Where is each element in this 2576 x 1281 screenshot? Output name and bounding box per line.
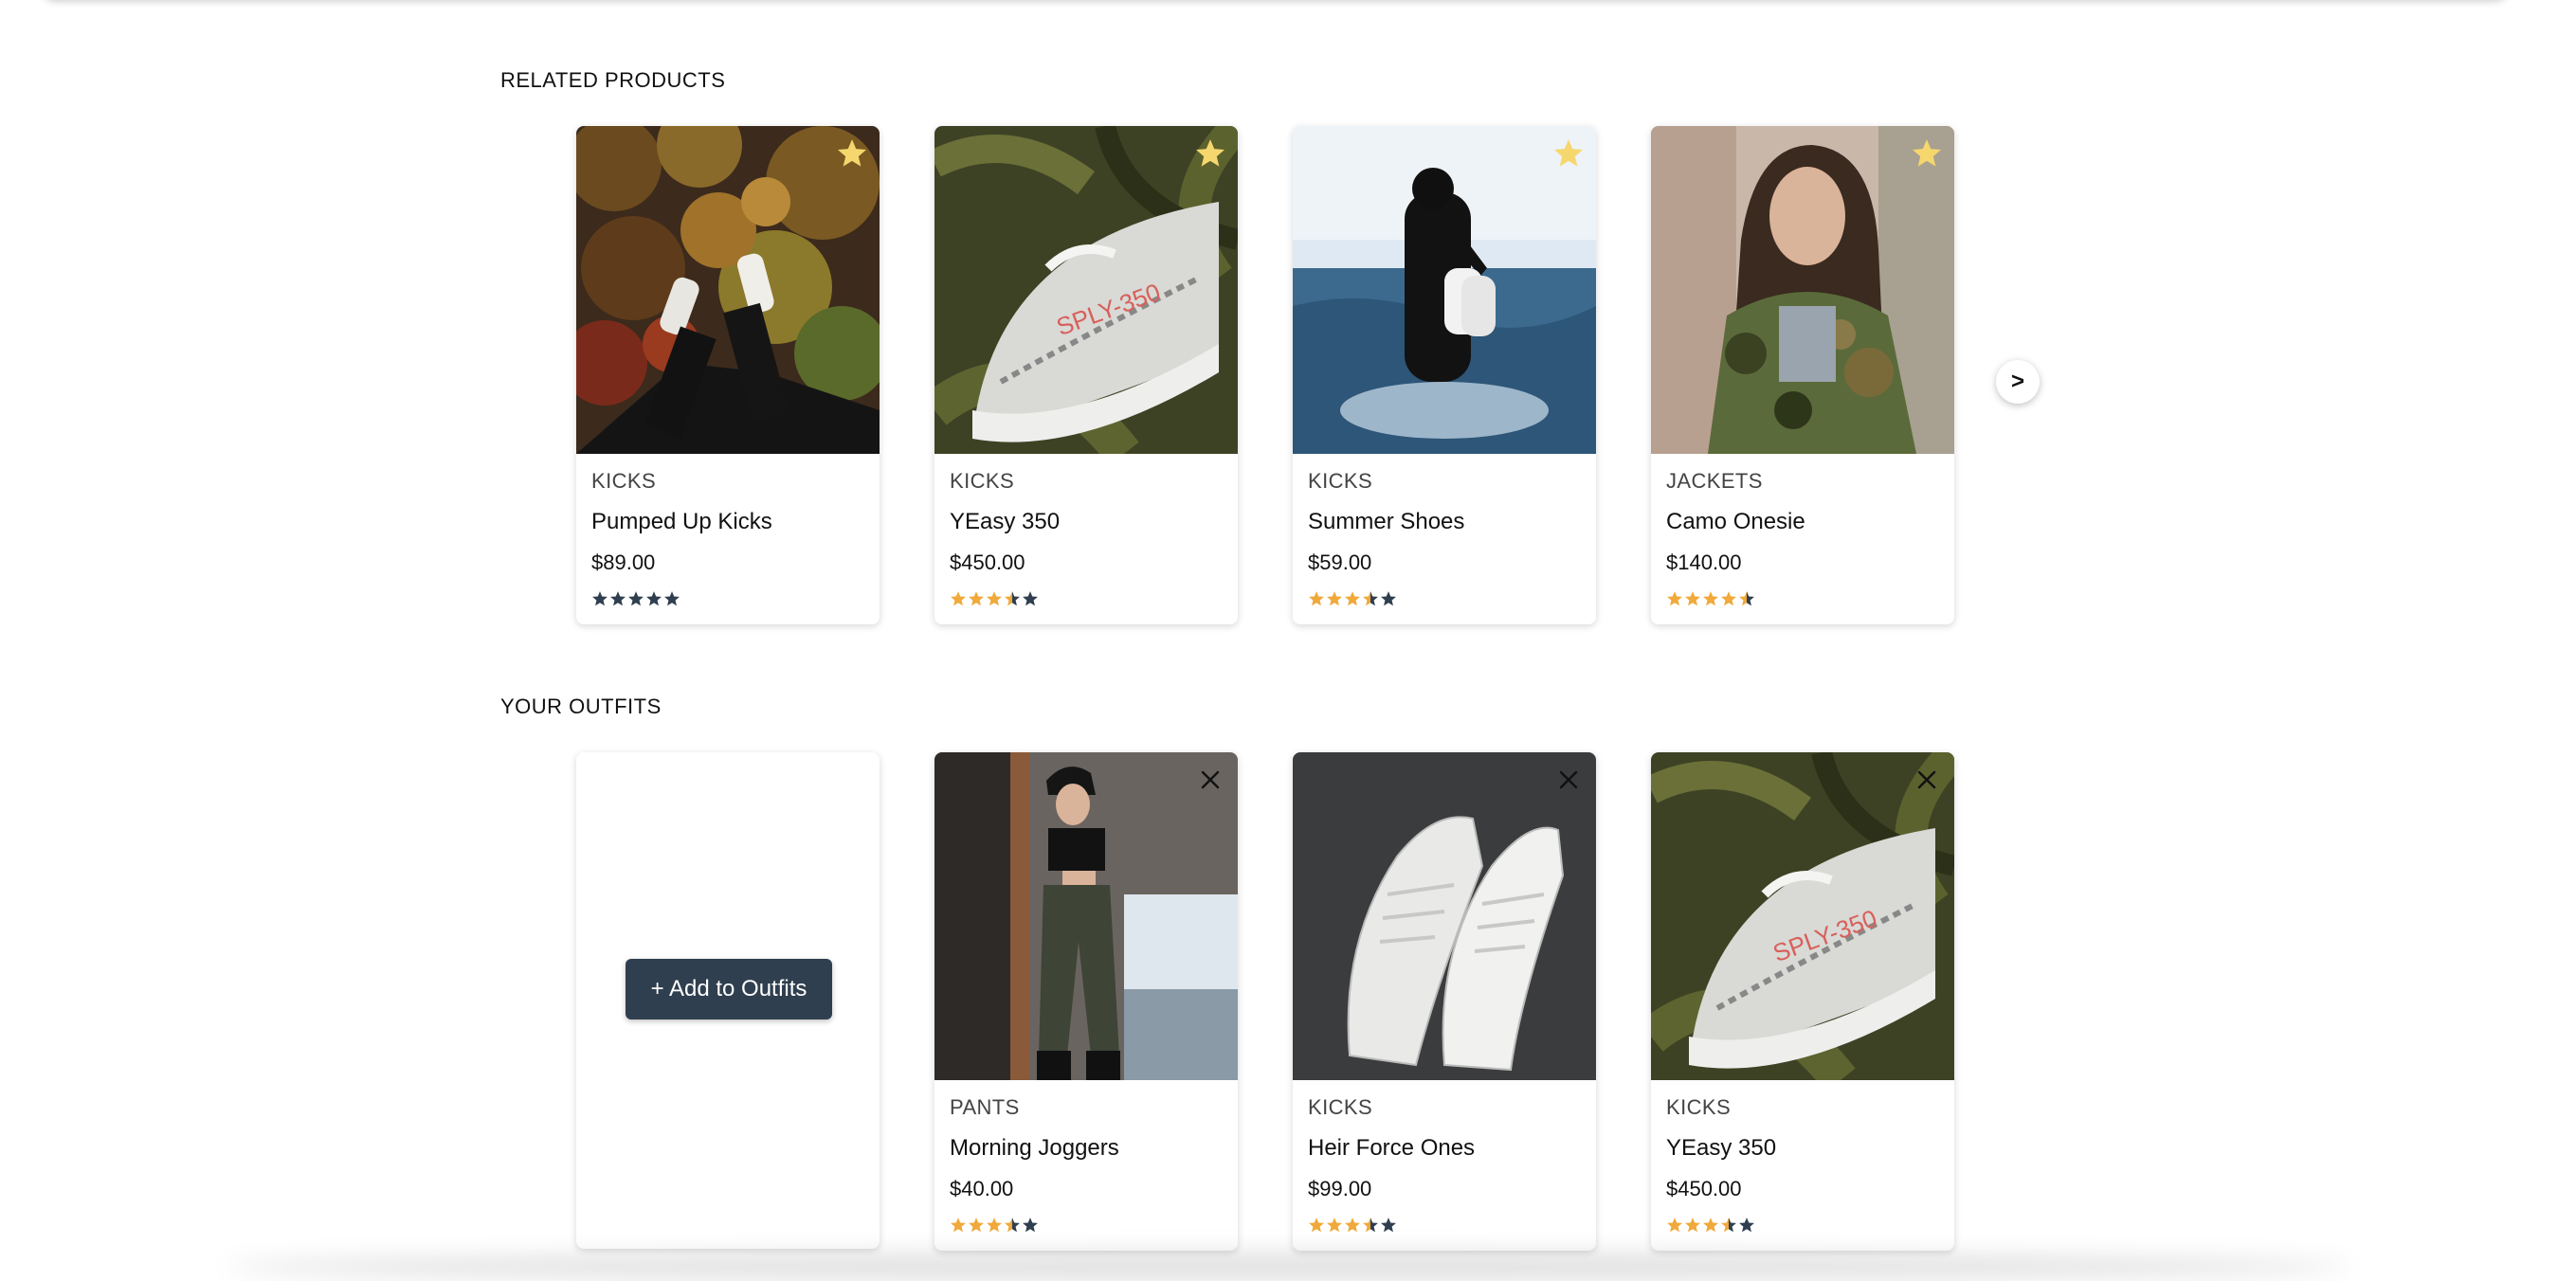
rating-star-icon (1004, 1217, 1021, 1234)
product-image[interactable] (1293, 752, 1596, 1080)
rating-star-icon (1362, 1217, 1379, 1234)
rating-star-icon (968, 1217, 985, 1234)
rating-star-icon (1022, 1217, 1039, 1234)
product-name[interactable]: Summer Shoes (1308, 509, 1581, 535)
product-name[interactable]: YEasy 350 (950, 509, 1223, 535)
star-rating (1308, 1217, 1581, 1234)
product-category: KICKS (950, 469, 1015, 493)
product-name[interactable]: Pumped Up Kicks (591, 509, 864, 535)
product-category: PANTS (950, 1095, 1020, 1119)
rating-star-icon (950, 1217, 967, 1234)
product-card[interactable]: KICKS Heir Force Ones $99.00 (1293, 752, 1596, 1251)
rating-star-icon (1022, 590, 1039, 607)
rating-star-icon (1362, 590, 1379, 607)
rating-star-icon (1344, 590, 1361, 607)
rating-star-icon (1666, 590, 1683, 607)
remove-outfit-close-icon[interactable] (1554, 766, 1583, 794)
star-rating (591, 590, 864, 607)
star-rating (1666, 1217, 1939, 1234)
favorite-star-icon[interactable] (1194, 137, 1226, 170)
product-name[interactable]: Camo Onesie (1666, 509, 1939, 535)
product-price: $450.00 (1666, 1177, 1742, 1200)
product-category: KICKS (1666, 1095, 1732, 1119)
favorite-star-icon[interactable] (1911, 137, 1943, 170)
rating-star-icon (1380, 1217, 1397, 1234)
star-rating (1308, 590, 1581, 607)
rating-star-icon (1738, 1217, 1755, 1234)
rating-star-icon (627, 590, 644, 607)
favorite-star-icon[interactable] (1552, 137, 1585, 170)
add-to-outfits-button[interactable]: + Add to Outfits (626, 959, 832, 1019)
rating-star-icon (645, 590, 662, 607)
product-category: JACKETS (1666, 469, 1763, 493)
rating-star-icon (1326, 590, 1343, 607)
rating-star-icon (591, 590, 608, 607)
rating-star-icon (1308, 590, 1325, 607)
product-card[interactable]: SPLY-350 KICKS YEasy 350 $450.00 (934, 126, 1238, 624)
rating-star-icon (1666, 1217, 1683, 1234)
product-name[interactable]: Morning Joggers (950, 1135, 1223, 1162)
rating-star-icon (968, 590, 985, 607)
product-card[interactable]: JACKETS Camo Onesie $140.00 (1651, 126, 1954, 624)
product-card[interactable]: PANTS Morning Joggers $40.00 (934, 752, 1238, 1251)
carousel-next-button[interactable]: > (1996, 360, 2040, 404)
rating-star-icon (1380, 590, 1397, 607)
product-category: KICKS (1308, 1095, 1373, 1119)
product-name[interactable]: Heir Force Ones (1308, 1135, 1581, 1162)
product-image[interactable]: SPLY-350 (934, 126, 1238, 454)
star-rating (950, 1217, 1223, 1234)
bottom-shadow (227, 1253, 2350, 1281)
star-rating (950, 590, 1223, 607)
product-image[interactable] (576, 126, 880, 454)
rating-star-icon (950, 590, 967, 607)
product-image[interactable] (934, 752, 1238, 1080)
rating-star-icon (1344, 1217, 1361, 1234)
product-card[interactable]: KICKS Summer Shoes $59.00 (1293, 126, 1596, 624)
product-price: $450.00 (950, 550, 1025, 574)
product-name[interactable]: YEasy 350 (1666, 1135, 1939, 1162)
product-price: $89.00 (591, 550, 656, 574)
rating-star-icon (663, 590, 680, 607)
product-image[interactable] (1651, 126, 1954, 454)
product-image[interactable] (1293, 126, 1596, 454)
remove-outfit-close-icon[interactable] (1196, 766, 1225, 794)
related-products-title: RELATED PRODUCTS (500, 68, 726, 92)
product-price: $140.00 (1666, 550, 1742, 574)
product-card[interactable]: SPLY-350 KICKS YEasy 350 $450.00 (1651, 752, 1954, 1251)
rating-star-icon (1738, 590, 1755, 607)
rating-star-icon (1308, 1217, 1325, 1234)
rating-star-icon (1720, 1217, 1737, 1234)
rating-star-icon (986, 590, 1003, 607)
product-card[interactable]: KICKS Pumped Up Kicks $89.00 (576, 126, 880, 624)
rating-star-icon (1326, 1217, 1343, 1234)
rating-star-icon (1720, 590, 1737, 607)
product-image[interactable]: SPLY-350 (1651, 752, 1954, 1080)
rating-star-icon (1004, 590, 1021, 607)
add-outfit-card: + Add to Outfits (576, 752, 880, 1249)
product-category: KICKS (591, 469, 657, 493)
rating-star-icon (1684, 590, 1701, 607)
your-outfits-title: YOUR OUTFITS (500, 695, 662, 718)
product-price: $59.00 (1308, 550, 1372, 574)
product-category: KICKS (1308, 469, 1373, 493)
product-price: $99.00 (1308, 1177, 1372, 1200)
rating-star-icon (1702, 590, 1719, 607)
star-rating (1666, 590, 1939, 607)
rating-star-icon (1684, 1217, 1701, 1234)
rating-star-icon (1702, 1217, 1719, 1234)
rating-star-icon (609, 590, 626, 607)
product-price: $40.00 (950, 1177, 1014, 1200)
favorite-star-icon[interactable] (836, 137, 868, 170)
rating-star-icon (986, 1217, 1003, 1234)
remove-outfit-close-icon[interactable] (1913, 766, 1941, 794)
